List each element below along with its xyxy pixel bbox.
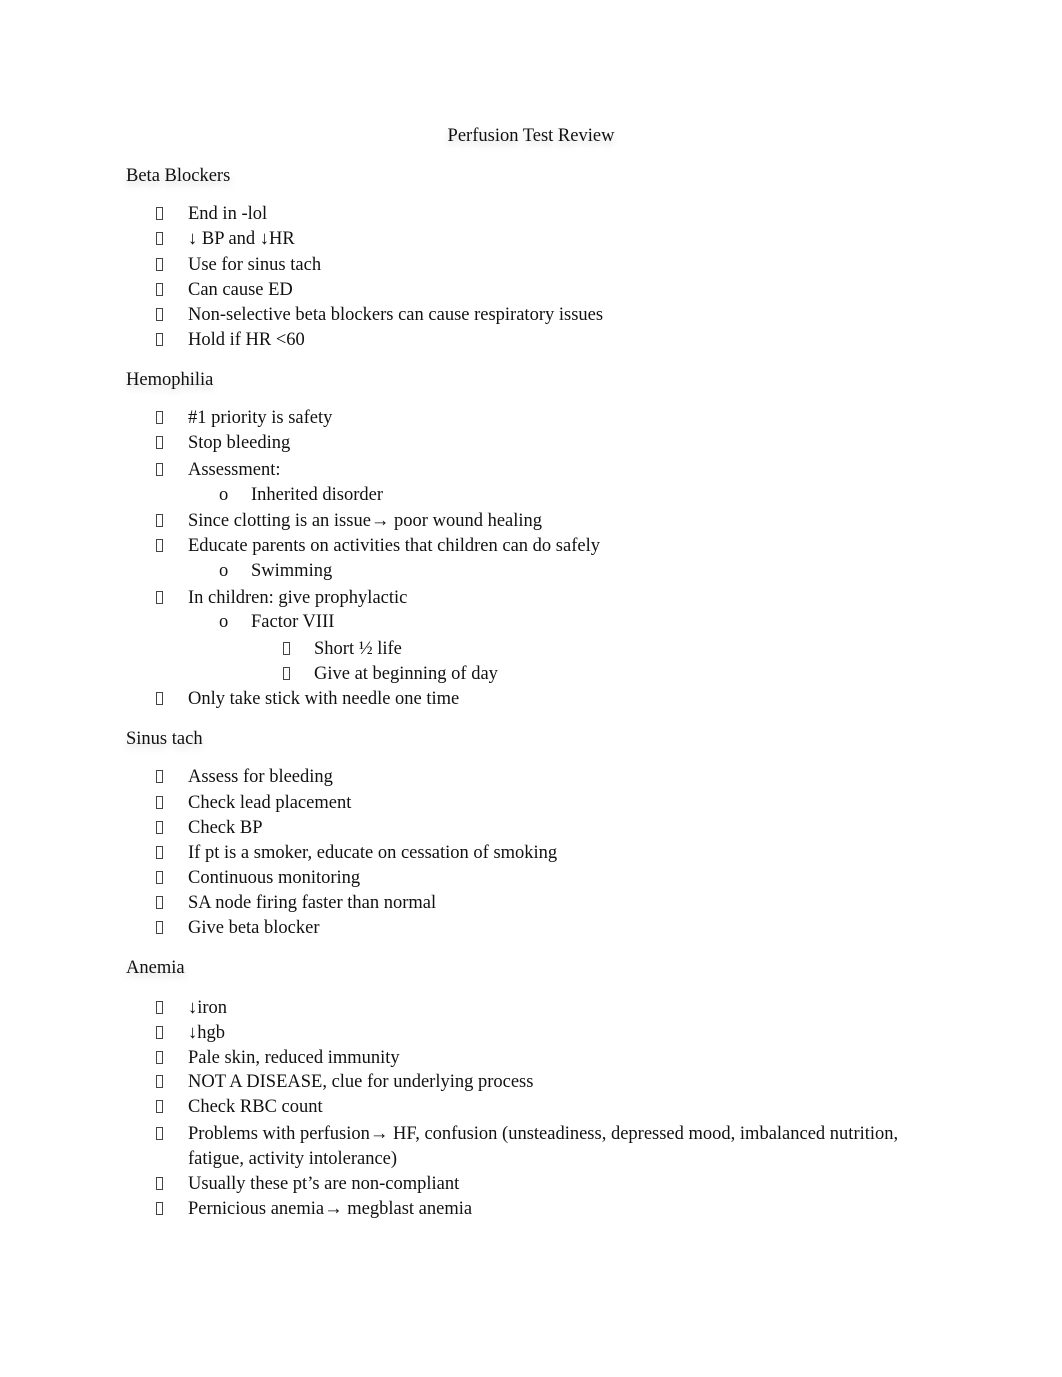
section-heading-sinus-tach: Sinus tach <box>126 729 203 749</box>
circle-bullet-icon: o <box>219 485 229 505</box>
bullet-icon <box>156 871 163 884</box>
bullet-icon <box>156 463 163 476</box>
bullet-icon <box>156 921 163 934</box>
bullet-icon <box>156 411 163 424</box>
bullet-icon <box>283 667 290 680</box>
section-heading-hemophilia: Hemophilia <box>126 370 214 390</box>
document-title: Perfusion Test Review <box>447 126 615 146</box>
bullet-icon <box>156 283 163 296</box>
bullet-icon <box>156 1127 163 1140</box>
bullet-icon <box>156 514 163 527</box>
section-heading-beta-blockers: Beta Blockers <box>126 166 231 186</box>
bullet-icon <box>156 333 163 346</box>
circle-bullet-icon: o <box>219 612 229 632</box>
bullet-icon <box>156 1075 163 1088</box>
bullet-icon <box>156 896 163 909</box>
bullet-icon <box>156 207 163 220</box>
bullet-icon <box>156 770 163 783</box>
bullet-icon <box>156 796 163 809</box>
bullet-icon <box>156 436 163 449</box>
bullet-icon <box>156 308 163 321</box>
circle-bullet-icon: o <box>219 561 229 581</box>
bullet-icon <box>156 692 163 705</box>
bullet-icon <box>156 1202 163 1215</box>
bullet-icon <box>156 1177 163 1190</box>
bullet-icon <box>156 232 163 245</box>
section-heading-anemia: Anemia <box>126 958 185 978</box>
bullet-icon <box>283 642 290 655</box>
bullet-icon <box>156 591 163 604</box>
bullet-icon <box>156 1026 163 1039</box>
bullet-icon <box>156 539 163 552</box>
bullet-icon <box>156 1100 163 1113</box>
bullet-icon <box>156 258 163 271</box>
bullet-icon <box>156 821 163 834</box>
bullet-icon <box>156 1051 163 1064</box>
bullet-icon <box>156 1001 163 1014</box>
bullet-icon <box>156 846 163 859</box>
